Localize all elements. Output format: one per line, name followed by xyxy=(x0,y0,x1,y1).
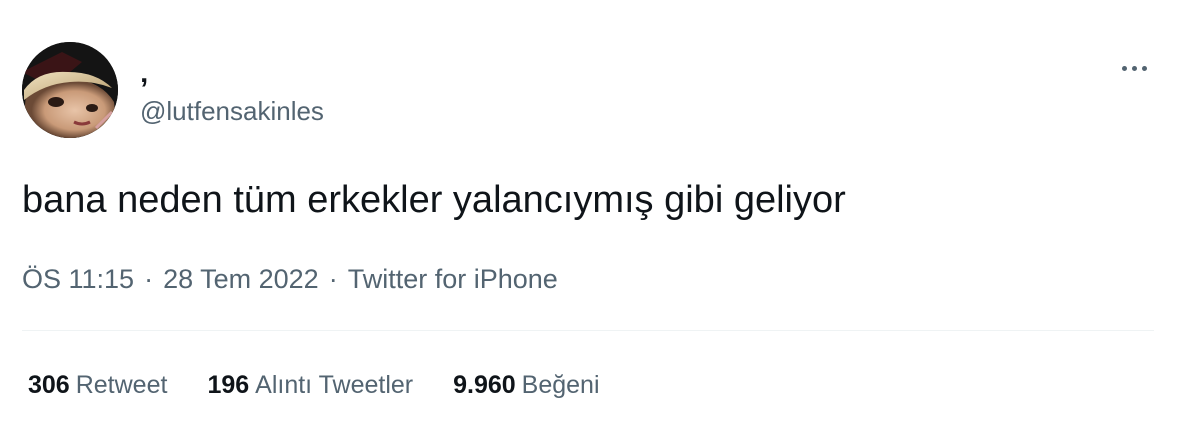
more-horizontal-icon xyxy=(1141,65,1147,71)
retweets-label: Retweet xyxy=(75,371,168,399)
quote-tweets-stat[interactable]: 196 Alıntı Tweetler xyxy=(207,368,413,402)
quote-tweets-label: Alıntı Tweetler xyxy=(255,371,414,399)
tweet-text: bana neden tüm erkekler yalancıymış gibi… xyxy=(22,179,846,221)
more-horizontal-icon xyxy=(1131,65,1137,71)
retweets-stat[interactable]: 306 Retweet xyxy=(28,368,167,402)
more-horizontal-icon xyxy=(1121,65,1127,71)
meta-separator: · xyxy=(144,264,154,294)
profile-photo-icon xyxy=(22,42,118,138)
likes-stat[interactable]: 9.960 Beğeni xyxy=(453,368,599,402)
quote-tweets-count: 196 xyxy=(207,371,250,399)
tweet-date[interactable]: 28 Tem 2022 xyxy=(163,264,319,294)
meta-separator: · xyxy=(328,264,338,294)
likes-label: Beğeni xyxy=(521,371,600,399)
display-name[interactable]: ‚ xyxy=(140,58,148,88)
tweet-time[interactable]: ÖS 11:15 xyxy=(22,264,134,294)
more-options-button[interactable] xyxy=(1112,52,1156,84)
tweet-card: ‚ @lutfensakinles bana neden tüm erkekle… xyxy=(0,0,1182,434)
retweets-count: 306 xyxy=(28,371,70,399)
tweet-meta: ÖS 11:15 · 28 Tem 2022 · Twitter for iPhone xyxy=(22,262,558,296)
divider xyxy=(22,330,1154,331)
avatar[interactable] xyxy=(22,42,118,138)
likes-count: 9.960 xyxy=(453,371,516,399)
tweet-stats: 306 Retweet 196 Alıntı Tweetler 9.960 Beğen… xyxy=(28,368,600,402)
tweet-source[interactable]: Twitter for iPhone xyxy=(348,264,558,294)
user-handle[interactable]: @lutfensakinles xyxy=(140,96,324,126)
